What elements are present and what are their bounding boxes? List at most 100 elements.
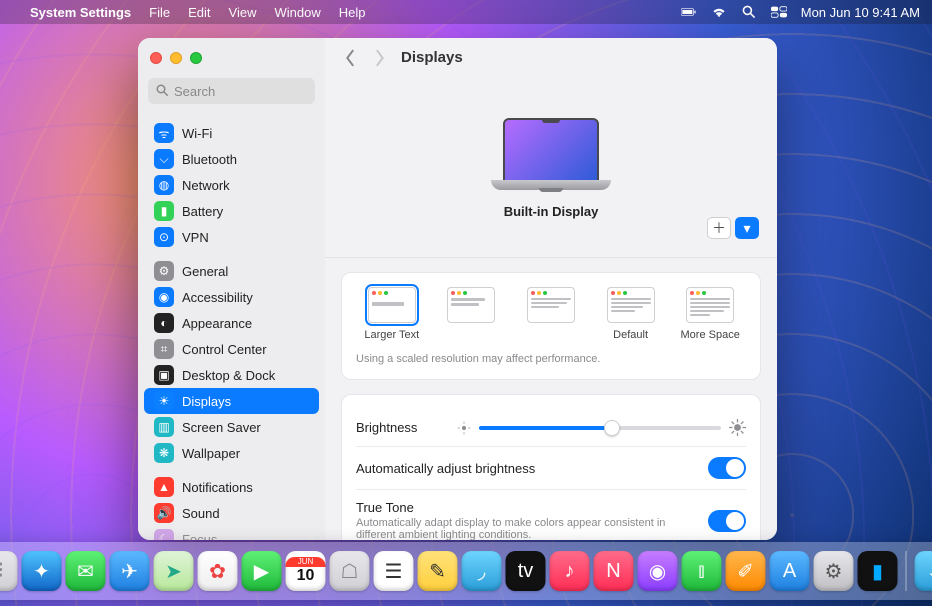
forward-button <box>371 49 389 67</box>
wallpaper-icon: ❋ <box>154 443 174 463</box>
scale-label: Larger Text <box>364 329 419 341</box>
scale-option-2[interactable] <box>436 287 508 329</box>
toolbar: Displays <box>325 38 777 78</box>
spotlight-icon[interactable] <box>741 4 757 20</box>
scale-option-3[interactable] <box>515 287 587 329</box>
sidebar-item-wallpaper[interactable]: ❋ Wallpaper <box>144 440 319 466</box>
bluetooth-icon: ⌵ <box>154 149 174 169</box>
truetone-row: True Tone Automatically adapt display to… <box>356 489 746 540</box>
sidebar-item-bluetooth[interactable]: ⌵Bluetooth <box>144 146 319 172</box>
dock-app-iphone-mirroring[interactable]: ▮ <box>858 551 898 591</box>
sidebar-item-label: VPN <box>182 230 209 245</box>
sidebar-item-general[interactable]: ⚙General <box>144 258 319 284</box>
sidebar-item-label: Sound <box>182 506 220 521</box>
sidebar-item-desktop-dock[interactable]: ▣ Desktop & Dock <box>144 362 319 388</box>
sidebar-item-label: Network <box>182 178 230 193</box>
menubar-clock[interactable]: Mon Jun 10 9:41 AM <box>801 5 920 20</box>
sidebar-item-appearance[interactable]: ◐ Appearance <box>144 310 319 336</box>
menu-view[interactable]: View <box>229 5 257 20</box>
back-button[interactable] <box>341 49 359 67</box>
display-options-button[interactable]: ▾ <box>735 217 759 239</box>
scale-thumb-icon <box>527 287 575 323</box>
dock-app-messages[interactable]: ✉ <box>66 551 106 591</box>
dock-app-mail[interactable]: ✈ <box>110 551 150 591</box>
system-settings-window: ᯤWi-Fi ⌵Bluetooth ◍Network ▮Battery ⊙VPN… <box>138 38 777 540</box>
dock-app-freeform[interactable]: ◞ <box>462 551 502 591</box>
dock-app-photos[interactable]: ✿ <box>198 551 238 591</box>
sidebar-item-focus[interactable]: ☾Focus <box>144 526 319 540</box>
brightness-slider-wrap <box>457 419 746 436</box>
display-name: Built-in Display <box>504 204 599 219</box>
sidebar-item-control-center[interactable]: ⌗Control Center <box>144 336 319 362</box>
dock: ☺ ⠿ ✦ ✉ ✈ ➤ ✿ ▶ JUN10 ☖ ☰ ✎ ◞ tv ♪ N ◉ ⫾… <box>0 542 932 600</box>
auto-brightness-toggle[interactable] <box>708 457 746 479</box>
brightness-slider[interactable] <box>479 426 721 430</box>
auto-brightness-label: Automatically adjust brightness <box>356 461 535 476</box>
sidebar-item-battery[interactable]: ▮Battery <box>144 198 319 224</box>
sidebar-item-label: Desktop & Dock <box>182 368 275 383</box>
truetone-description: Automatically adapt display to make colo… <box>356 517 676 540</box>
dock-app-safari[interactable]: ✦ <box>22 551 62 591</box>
dock-app-news[interactable]: N <box>594 551 634 591</box>
add-display-button[interactable]: ＋ <box>707 217 731 239</box>
resolution-scale-card: Larger Text Default <box>341 272 761 380</box>
battery-icon[interactable] <box>681 4 697 20</box>
dock-app-launchpad[interactable]: ⠿ <box>0 551 18 591</box>
appearance-icon: ◐ <box>154 313 174 333</box>
zoom-button[interactable] <box>190 52 202 64</box>
dock-app-facetime[interactable]: ▶ <box>242 551 282 591</box>
wifi-icon: ᯤ <box>154 123 174 143</box>
dock-app-tv[interactable]: tv <box>506 551 546 591</box>
dock-app-pages[interactable]: ✐ <box>726 551 766 591</box>
sidebar-item-notifications[interactable]: ▲ Notifications <box>144 474 319 500</box>
bell-icon: ▲ <box>154 477 174 497</box>
sidebar-item-label: Screen Saver <box>182 420 261 435</box>
dock-app-reminders[interactable]: ☰ <box>374 551 414 591</box>
scale-thumb-icon <box>368 287 416 323</box>
menu-help[interactable]: Help <box>339 5 366 20</box>
control-center-icon[interactable] <box>771 4 787 20</box>
scale-thumb-icon <box>447 287 495 323</box>
menu-window[interactable]: Window <box>274 5 320 20</box>
truetone-toggle[interactable] <box>708 510 746 532</box>
scale-option-larger-text[interactable]: Larger Text <box>356 287 428 341</box>
sidebar-item-label: Focus <box>182 532 217 541</box>
sidebar-item-displays[interactable]: ☀Displays <box>144 388 319 414</box>
dock-app-appstore[interactable]: A <box>770 551 810 591</box>
sidebar-item-label: Appearance <box>182 316 252 331</box>
sidebar-item-sound[interactable]: 🔊Sound <box>144 500 319 526</box>
wifi-icon[interactable] <box>711 4 727 20</box>
dock-app-music[interactable]: ♪ <box>550 551 590 591</box>
dock-downloads[interactable]: ⬇ <box>915 551 932 591</box>
scale-option-default[interactable]: Default <box>595 287 667 341</box>
dock-icon: ▣ <box>154 365 174 385</box>
dock-app-podcasts[interactable]: ◉ <box>638 551 678 591</box>
close-button[interactable] <box>150 52 162 64</box>
sidebar-item-screensaver[interactable]: ▥Screen Saver <box>144 414 319 440</box>
sidebar-list: ᯤWi-Fi ⌵Bluetooth ◍Network ▮Battery ⊙VPN… <box>138 112 325 540</box>
minimize-button[interactable] <box>170 52 182 64</box>
search-input[interactable] <box>148 78 315 104</box>
dock-app-contacts[interactable]: ☖ <box>330 551 370 591</box>
sidebar-item-accessibility[interactable]: ◉Accessibility <box>144 284 319 310</box>
app-menu[interactable]: System Settings <box>30 5 131 20</box>
dock-separator <box>906 551 907 591</box>
dock-app-notes[interactable]: ✎ <box>418 551 458 591</box>
sidebar-item-wifi[interactable]: ᯤWi-Fi <box>144 120 319 146</box>
menu-edit[interactable]: Edit <box>188 5 210 20</box>
menu-file[interactable]: File <box>149 5 170 20</box>
dock-app-calendar[interactable]: JUN10 <box>286 551 326 591</box>
dock-app-numbers[interactable]: ⫾ <box>682 551 722 591</box>
sidebar-item-network[interactable]: ◍Network <box>144 172 319 198</box>
sidebar-item-vpn[interactable]: ⊙VPN <box>144 224 319 250</box>
brightness-row: Brightness <box>356 409 746 446</box>
dock-app-settings[interactable]: ⚙ <box>814 551 854 591</box>
sidebar-item-label: General <box>182 264 228 279</box>
dock-app-maps[interactable]: ➤ <box>154 551 194 591</box>
auto-brightness-row: Automatically adjust brightness <box>356 446 746 489</box>
sidebar: ᯤWi-Fi ⌵Bluetooth ◍Network ▮Battery ⊙VPN… <box>138 38 325 540</box>
sidebar-item-label: Wallpaper <box>182 446 240 461</box>
scale-label: More Space <box>681 329 740 341</box>
sidebar-item-label: Notifications <box>182 480 253 495</box>
scale-option-more-space[interactable]: More Space <box>674 287 746 341</box>
